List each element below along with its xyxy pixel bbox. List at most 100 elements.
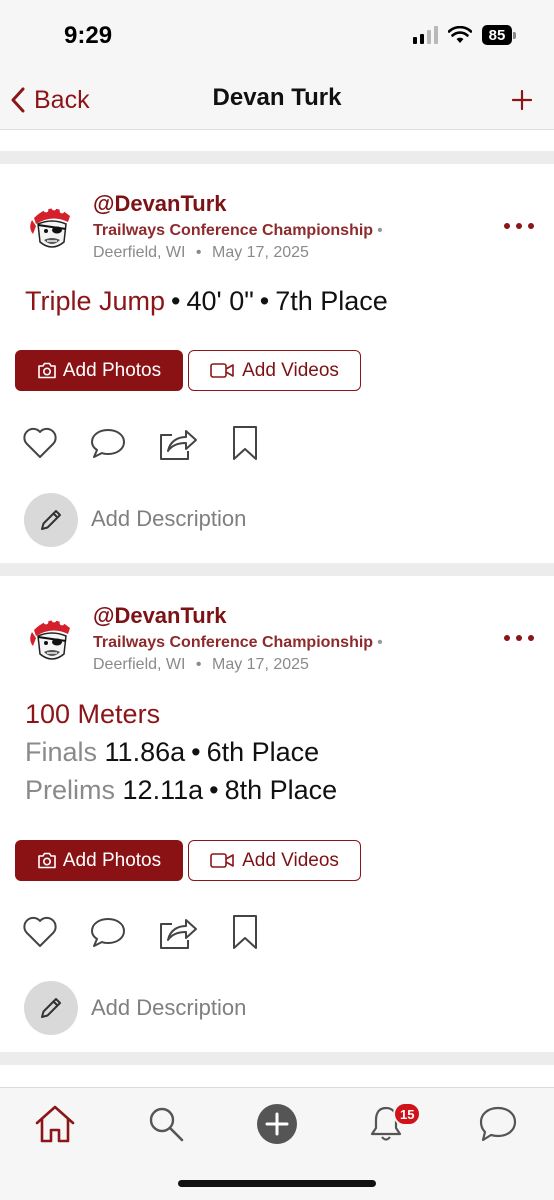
location-date-line: Deerfield, WI • May 17, 2025: [93, 244, 309, 262]
comment-button[interactable]: [88, 912, 128, 952]
share-icon: [160, 430, 197, 460]
like-button[interactable]: [20, 423, 60, 463]
status-time: 9:29: [64, 22, 113, 49]
video-camera-icon: [210, 363, 234, 378]
edit-description-button[interactable]: [24, 493, 78, 547]
separator: •: [171, 286, 181, 316]
pencil-icon: [41, 998, 61, 1018]
add-circle-icon: [257, 1104, 297, 1144]
plus-icon: [512, 90, 532, 110]
like-button[interactable]: [20, 912, 60, 952]
meet-location: Deerfield, WI: [93, 244, 186, 261]
section-divider: [0, 1052, 554, 1065]
pirate-logo-avatar[interactable]: [24, 198, 80, 254]
video-camera-icon: [210, 853, 234, 868]
add-button[interactable]: [502, 80, 542, 120]
result-post: @DevanTurk Trailways Conference Champion…: [0, 164, 554, 563]
round-label: Prelims: [25, 775, 116, 805]
pencil-icon: [41, 510, 61, 530]
comment-bubble-icon: [91, 429, 125, 458]
round-label: Finals: [25, 737, 98, 767]
result-line: Triple Jump • 40' 0" • 7th Place: [25, 286, 388, 317]
result-place: 7th Place: [275, 286, 388, 316]
add-photos-button[interactable]: Add Photos: [15, 840, 183, 881]
user-handle[interactable]: @DevanTurk: [93, 603, 227, 629]
round-place: 6th Place: [206, 737, 320, 767]
meet-date: May 17, 2025: [211, 656, 309, 673]
meet-location: Deerfield, WI: [93, 656, 186, 673]
event-title: 100 Meters: [25, 699, 160, 730]
bookmark-icon: [233, 426, 257, 460]
separator: •: [377, 634, 383, 651]
add-description-field[interactable]: Add Description: [91, 995, 246, 1021]
add-videos-label: Add Videos: [242, 849, 339, 871]
pirate-logo-avatar[interactable]: [24, 610, 80, 666]
status-icons: 85: [413, 25, 516, 45]
share-button[interactable]: [158, 912, 198, 952]
add-photos-label: Add Photos: [62, 359, 162, 381]
more-options-icon[interactable]: [504, 630, 534, 646]
add-videos-button[interactable]: Add Videos: [188, 840, 361, 881]
result-post: @DevanTurk Trailways Conference Champion…: [0, 576, 554, 1052]
tab-search[interactable]: [142, 1100, 190, 1148]
round-result-finals: Finals 11.86a • 6th Place: [25, 737, 319, 768]
share-button[interactable]: [158, 423, 198, 463]
separator: •: [195, 244, 202, 261]
meet-date: May 17, 2025: [211, 244, 309, 261]
bookmark-icon: [233, 915, 257, 949]
wifi-icon: [448, 26, 472, 43]
meet-name-line: Trailways Conference Championship •: [93, 222, 383, 240]
add-photos-button[interactable]: Add Photos: [15, 350, 183, 391]
round-mark: 12.11a: [122, 775, 204, 805]
separator: •: [195, 656, 202, 673]
home-icon: [35, 1105, 75, 1143]
chevron-left-icon: [11, 87, 25, 113]
separator: •: [209, 775, 219, 805]
bookmark-button[interactable]: [225, 423, 265, 463]
more-options-icon[interactable]: [504, 218, 534, 234]
camera-icon: [38, 852, 56, 869]
camera-icon: [38, 362, 56, 379]
add-videos-label: Add Videos: [242, 359, 339, 381]
add-videos-button[interactable]: Add Videos: [188, 350, 361, 391]
round-result-prelims: Prelims 12.11a • 8th Place: [25, 775, 337, 806]
add-photos-label: Add Photos: [62, 849, 162, 871]
add-description-field[interactable]: Add Description: [91, 506, 246, 532]
tab-create[interactable]: [253, 1100, 301, 1148]
tab-messages[interactable]: [474, 1100, 522, 1148]
cellular-signal-icon: [413, 26, 438, 44]
heart-icon: [23, 916, 57, 947]
chat-icon: [479, 1106, 517, 1142]
back-button[interactable]: Back: [10, 80, 90, 120]
event-name: 100 Meters: [25, 699, 161, 729]
home-indicator: [178, 1180, 376, 1187]
user-handle[interactable]: @DevanTurk: [93, 191, 227, 217]
status-bar: 9:29 85: [0, 0, 554, 70]
comment-button[interactable]: [88, 423, 128, 463]
bookmark-button[interactable]: [225, 912, 265, 952]
location-date-line: Deerfield, WI • May 17, 2025: [93, 656, 309, 674]
section-divider: [0, 151, 554, 164]
notification-badge: 15: [393, 1102, 422, 1126]
meet-name-line: Trailways Conference Championship •: [93, 634, 383, 652]
meet-name[interactable]: Trailways Conference Championship: [93, 222, 373, 239]
separator: •: [191, 737, 201, 767]
round-mark: 11.86a: [104, 737, 186, 767]
battery-icon: 85: [482, 25, 516, 45]
screen: 9:29 85 Back Devan Turk @DevanTurk Trail…: [0, 0, 554, 1200]
share-icon: [160, 919, 197, 949]
heart-icon: [23, 427, 57, 458]
round-place: 8th Place: [224, 775, 338, 805]
separator: •: [259, 286, 270, 316]
meet-name[interactable]: Trailways Conference Championship: [93, 634, 373, 651]
comment-bubble-icon: [91, 918, 125, 947]
separator: •: [377, 222, 383, 239]
event-name: Triple Jump: [25, 286, 166, 316]
search-icon: [149, 1107, 184, 1142]
nav-bar: Back Devan Turk: [0, 70, 554, 130]
result-mark: 40' 0": [186, 286, 254, 316]
battery-level: 85: [482, 25, 512, 45]
tab-home[interactable]: [31, 1100, 79, 1148]
edit-description-button[interactable]: [24, 981, 78, 1035]
section-divider: [0, 563, 554, 576]
